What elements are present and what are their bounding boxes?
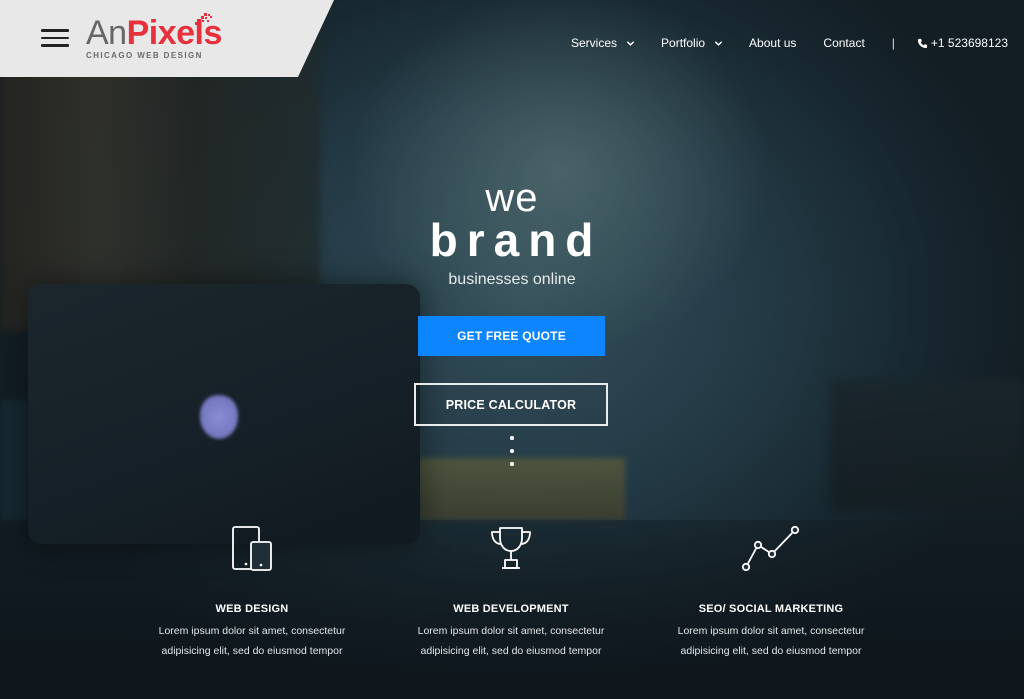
service-web-development: WEB DEVELOPMENT Lorem ipsum dolor sit am… xyxy=(381,524,641,661)
service-description-line: Lorem ipsum dolor sit amet, consectetur xyxy=(158,625,346,637)
scroll-dots-icon[interactable] xyxy=(509,436,515,470)
chevron-down-icon xyxy=(626,40,635,46)
nav-item-portfolio[interactable]: Portfolio xyxy=(661,36,723,50)
nav-item-label: Services xyxy=(571,36,618,50)
service-description-line: adipisicing elit, sed do eiusmod tempor xyxy=(680,644,862,657)
nav-item-about[interactable]: About us xyxy=(749,36,796,50)
nav-item-contact[interactable]: Contact xyxy=(823,36,864,50)
hero-subheadline: businesses online xyxy=(448,271,576,288)
service-title: WEB DEVELOPMENT xyxy=(453,603,569,615)
line-chart-icon xyxy=(741,525,800,572)
phone-icon xyxy=(917,38,927,48)
nav-separator: | xyxy=(891,36,895,50)
main-nav: Services Portfolio About us Contact | +1… xyxy=(571,34,1008,52)
service-web-design: WEB DESIGN Lorem ipsum dolor sit amet, c… xyxy=(122,524,382,661)
service-description-line: Lorem ipsum dolor sit amet, consectetur xyxy=(417,625,605,637)
nav-item-label: Portfolio xyxy=(661,36,706,50)
service-description-line: Lorem ipsum dolor sit amet, consectetur xyxy=(677,625,865,637)
nav-item-label: Contact xyxy=(823,36,865,50)
devices-icon xyxy=(232,526,272,571)
phone-number: +1 523698123 xyxy=(930,36,1008,50)
nav-item-services[interactable]: Services xyxy=(571,36,635,50)
trophy-icon xyxy=(491,527,531,569)
logo-pixel-mark-icon xyxy=(195,13,212,25)
logo-tagline: CHICAGO WEB DESIGN xyxy=(86,51,203,60)
chevron-down-icon xyxy=(714,40,723,46)
service-description: Lorem ipsum dolor sit amet, consectetur … xyxy=(641,622,901,661)
service-description-line: adipisicing elit, sed do eiusmod tempor xyxy=(161,644,343,657)
get-free-quote-button[interactable]: GET FREE QUOTE xyxy=(418,316,605,356)
service-description-line: adipisicing elit, sed do eiusmod tempor xyxy=(420,644,602,657)
service-title: SEO/ SOCIAL MARKETING xyxy=(698,603,844,615)
hero-headline-brand: brand xyxy=(429,214,603,266)
hero-section: AnPixels CHICAGO WEB DESIGN Services Por… xyxy=(0,0,1024,699)
service-description: Lorem ipsum dolor sit amet, consectetur … xyxy=(122,622,382,661)
service-seo-social-marketing: SEO/ SOCIAL MARKETING Lorem ipsum dolor … xyxy=(641,524,901,661)
logo-text-an: An xyxy=(86,14,127,52)
service-title: WEB DESIGN xyxy=(215,603,289,615)
site-logo[interactable]: AnPixels CHICAGO WEB DESIGN xyxy=(86,13,266,63)
hamburger-icon[interactable] xyxy=(41,29,69,47)
service-description: Lorem ipsum dolor sit amet, consectetur … xyxy=(381,622,641,661)
nav-item-label: About us xyxy=(749,36,797,50)
nav-phone-link[interactable]: +1 523698123 xyxy=(917,36,1008,50)
price-calculator-button[interactable]: PRICE CALCULATOR xyxy=(414,383,608,426)
